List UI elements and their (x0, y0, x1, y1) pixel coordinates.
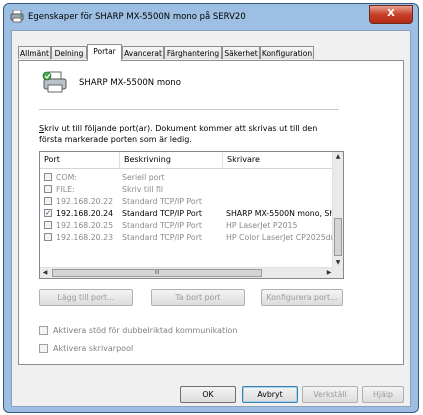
tab-ports[interactable]: Portar (87, 44, 122, 61)
instructions-line1: kriv ut till följande port(ar). Dokument… (44, 124, 318, 133)
vertical-scrollbar[interactable]: ▲ ▼ (332, 152, 343, 268)
properties-dialog: Egenskaper för SHARP MX-5500N mono på SE… (3, 3, 419, 413)
instructions-text: Skriv ut till följande port(ar). Dokumen… (39, 123, 349, 145)
vertical-scroll-thumb[interactable] (334, 218, 342, 256)
pooling-label: Aktivera skrivarpool (53, 344, 134, 353)
port-cell: FILE: (56, 185, 75, 194)
port-checkbox[interactable] (44, 197, 52, 205)
tab-color-management[interactable]: Färghantering (164, 46, 222, 59)
printer-cell: HP LaserJet P2015 (226, 221, 298, 230)
port-checkbox[interactable] (44, 221, 52, 229)
scroll-left-arrow-icon[interactable]: ◀ (40, 268, 50, 278)
instructions-line2: första markerade porten som är ledig. (39, 135, 192, 144)
port-row[interactable]: 192.168.20.25 Standard TCP/IP Port HP La… (40, 220, 334, 231)
tab-configuration[interactable]: Konfiguration (260, 46, 314, 59)
printer-name: SHARP MX-5500N mono (79, 78, 181, 88)
horizontal-scrollbar[interactable]: ◀ III ▶ (40, 267, 334, 278)
ok-button[interactable]: OK (180, 386, 236, 403)
description-cell: Standard TCP/IP Port (122, 233, 202, 242)
tab-security[interactable]: Säkerhet (222, 46, 260, 59)
tab-general[interactable]: Allmänt (18, 46, 51, 59)
bidirectional-checkbox[interactable] (39, 326, 48, 335)
port-checkbox[interactable] (44, 185, 52, 193)
printer-cell: SHARP MX-5500N mono, Sh (226, 209, 334, 218)
bidirectional-label: Aktivera stöd för dubbelriktad kommunika… (53, 326, 238, 335)
port-cell: 192.168.20.23 (56, 233, 114, 242)
port-cell: COM: (56, 173, 77, 182)
ports-list[interactable]: Port Beskrivning Skrivare COM: Seriell p… (39, 151, 344, 279)
scroll-up-arrow-icon[interactable]: ▲ (333, 152, 343, 162)
printer-cell: HP Color LaserJet CP2025dn (226, 233, 334, 242)
description-cell: Skriv till fil (122, 185, 164, 194)
add-port-button[interactable]: Lägg till port... (39, 289, 133, 306)
port-cell: 192.168.20.24 (56, 209, 114, 218)
port-row[interactable]: COM: Seriell port (40, 172, 334, 183)
description-cell: Standard TCP/IP Port (122, 197, 202, 206)
port-row[interactable]: 192.168.20.23 Standard TCP/IP Port HP Co… (40, 232, 334, 243)
apply-button[interactable]: Verkställ (302, 386, 358, 403)
port-row[interactable]: FILE: Skriv till fil (40, 184, 334, 195)
scroll-down-arrow-icon[interactable]: ▼ (333, 258, 343, 268)
printer-icon (42, 71, 67, 93)
column-header-description[interactable]: Beskrivning (120, 152, 223, 168)
port-checkbox[interactable] (44, 173, 52, 181)
tab-sharing[interactable]: Delning (51, 46, 87, 59)
column-header-port[interactable]: Port (40, 152, 120, 168)
column-header-printer[interactable]: Skrivare (223, 152, 334, 168)
port-checkbox[interactable] (44, 233, 52, 241)
configure-port-button[interactable]: Konfigurera port... (261, 289, 343, 306)
ports-list-header: Port Beskrivning Skrivare (40, 152, 334, 169)
pooling-checkbox[interactable] (39, 344, 48, 353)
port-row[interactable]: 192.168.20.22 Standard TCP/IP Port (40, 196, 334, 207)
port-cell: 192.168.20.25 (56, 221, 114, 230)
help-button[interactable]: Hjälp (362, 386, 404, 403)
cancel-button[interactable]: Avbryt (242, 386, 298, 403)
window-title: Egenskaper för SHARP MX-5500N mono på SE… (28, 12, 246, 22)
delete-port-button[interactable]: Ta bort port (151, 289, 245, 306)
printer-app-icon (10, 10, 24, 23)
dialog-body: Allmänt Delning Portar Avancerat Färghan… (11, 30, 411, 407)
port-cell: 192.168.20.22 (56, 197, 114, 206)
tab-advanced[interactable]: Avancerat (122, 46, 164, 59)
title-bar[interactable]: Egenskaper för SHARP MX-5500N mono på SE… (4, 4, 418, 30)
close-button[interactable]: X (369, 5, 413, 24)
port-row-selected[interactable]: ✓ 192.168.20.24 Standard TCP/IP Port SHA… (40, 208, 334, 219)
description-cell: Seriell port (122, 173, 165, 182)
ports-panel: SHARP MX-5500N mono Skriv ut till följan… (18, 60, 404, 365)
port-checkbox-checked[interactable]: ✓ (44, 209, 52, 217)
scrollbar-corner (333, 268, 343, 278)
separator (39, 109, 339, 110)
description-cell: Standard TCP/IP Port (122, 209, 202, 218)
horizontal-scroll-thumb[interactable]: III (52, 269, 262, 277)
description-cell: Standard TCP/IP Port (122, 221, 202, 230)
